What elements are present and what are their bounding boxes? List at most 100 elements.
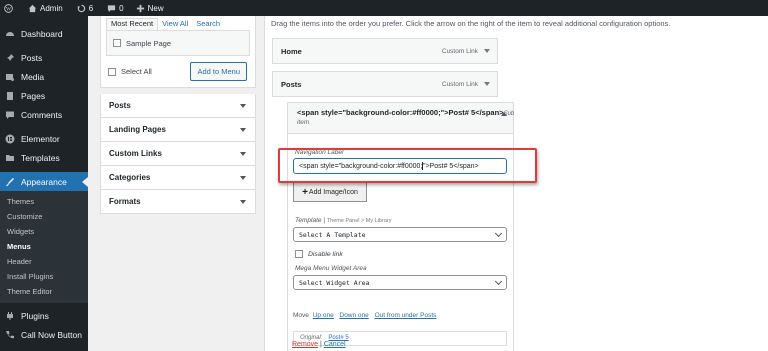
chevron-down-icon bbox=[240, 199, 246, 204]
comment-icon bbox=[108, 4, 116, 12]
move-label: Move bbox=[293, 312, 309, 319]
sidebar-item-media[interactable]: Media bbox=[0, 67, 88, 86]
sidebar-item-templates[interactable]: Templates bbox=[0, 148, 88, 167]
accordion-label: Custom Links bbox=[109, 149, 162, 158]
phone-icon bbox=[5, 330, 15, 340]
submenu-header[interactable]: Header bbox=[0, 254, 88, 269]
accordion-posts[interactable]: Posts bbox=[100, 94, 256, 118]
sidebar-item-comments[interactable]: Comments bbox=[0, 105, 88, 124]
cancel-link[interactable]: Cancel bbox=[324, 341, 346, 348]
wordpress-logo[interactable]: W bbox=[0, 0, 20, 16]
submenu-widgets[interactable]: Widgets bbox=[0, 224, 88, 239]
add-image-label: Add Image/Icon bbox=[308, 188, 358, 196]
add-to-menu-button[interactable]: Add to Menu bbox=[190, 62, 247, 81]
chevron-down-icon bbox=[494, 229, 503, 238]
list-item[interactable]: Sample Page bbox=[113, 39, 171, 48]
elementor-icon bbox=[5, 134, 15, 144]
template-select-value: Select A Template bbox=[299, 231, 366, 239]
sidebar-item-elementor[interactable]: Elementor bbox=[0, 129, 88, 148]
disable-link-row[interactable]: Disable link bbox=[295, 250, 343, 258]
menu-structure: Drag the items into the order you prefer… bbox=[264, 16, 768, 351]
updates-icon bbox=[77, 4, 85, 12]
menu-item-type: Custom Link bbox=[442, 48, 490, 55]
brush-icon bbox=[5, 177, 15, 187]
tab-search[interactable]: Search bbox=[192, 19, 224, 30]
separator: | bbox=[320, 341, 322, 348]
comments-count: 0 bbox=[119, 3, 124, 13]
appearance-submenu: Themes Customize Widgets Menus Header In… bbox=[0, 191, 88, 303]
submenu-themes[interactable]: Themes bbox=[0, 194, 88, 209]
updates-link[interactable]: 6 bbox=[73, 0, 97, 16]
remove-link[interactable]: Remove bbox=[292, 341, 318, 348]
disable-link-label: Disable link bbox=[308, 250, 343, 258]
accordion-label: Categories bbox=[109, 173, 151, 182]
tab-view-all[interactable]: View All bbox=[158, 19, 192, 30]
select-all-checkbox[interactable] bbox=[108, 67, 116, 76]
template-select[interactable]: Select A Template bbox=[293, 227, 507, 242]
chevron-down-icon[interactable] bbox=[484, 49, 490, 53]
pages-list: Sample Page bbox=[106, 30, 250, 56]
pages-icon bbox=[5, 91, 15, 101]
chevron-down-icon[interactable] bbox=[484, 82, 490, 86]
menu-instructions: Drag the items into the order you prefer… bbox=[271, 19, 671, 28]
sidebar-item-posts[interactable]: Posts bbox=[0, 48, 88, 67]
chevron-down-icon bbox=[240, 151, 246, 156]
submenu-customize[interactable]: Customize bbox=[0, 209, 88, 224]
sidebar-label: Comments bbox=[21, 109, 63, 120]
sidebar-label: Pages bbox=[21, 90, 46, 101]
site-name-link[interactable]: Admin bbox=[24, 0, 67, 16]
plus-icon bbox=[136, 4, 144, 12]
submenu-install-plugins[interactable]: Install Plugins bbox=[0, 269, 88, 284]
menu-item-home[interactable]: Home Custom Link bbox=[272, 38, 498, 64]
sample-page-label: Sample Page bbox=[126, 38, 172, 48]
move-row: Move Up one Down one Out from under Post… bbox=[293, 312, 438, 319]
accordion-categories[interactable]: Categories bbox=[100, 166, 256, 190]
menu-item-type-line: item bbox=[297, 119, 310, 126]
media-icon bbox=[5, 72, 15, 82]
move-up-one-link[interactable]: Up one bbox=[313, 312, 334, 319]
accordion-label: Posts bbox=[109, 101, 131, 110]
accordion-landing-pages[interactable]: Landing Pages bbox=[100, 118, 256, 142]
new-label: New bbox=[147, 3, 164, 13]
wordpress-icon: W bbox=[4, 3, 13, 13]
plugin-icon bbox=[5, 311, 15, 321]
submenu-theme-editor[interactable]: Theme Editor bbox=[0, 284, 88, 299]
remove-cancel-row: Remove | Cancel bbox=[292, 341, 346, 348]
folder-icon bbox=[5, 153, 15, 163]
sidebar-item-appearance[interactable]: Appearance bbox=[0, 172, 88, 191]
accordion-custom-links[interactable]: Custom Links bbox=[100, 142, 256, 166]
select-all[interactable]: Select All bbox=[108, 67, 152, 76]
template-caption: Template | Theme Panel > My Library bbox=[295, 217, 392, 224]
sidebar-label: Posts bbox=[21, 52, 43, 63]
menu-item-title: <span style="background-color:#ff0000;">… bbox=[297, 108, 514, 119]
widget-area-select[interactable]: Select Widget Area bbox=[293, 275, 507, 290]
menu-item-type-label: Custom Link bbox=[441, 80, 478, 88]
sample-page-checkbox[interactable] bbox=[113, 39, 121, 47]
menu-item-post5-header[interactable]: <span style="background-color:#ff0000;">… bbox=[287, 102, 514, 133]
sidebar-item-dashboard[interactable]: Dashboard bbox=[0, 24, 88, 43]
submenu-menus[interactable]: Menus bbox=[0, 239, 88, 254]
new-content-link[interactable]: New bbox=[132, 0, 168, 16]
chevron-up-icon[interactable] bbox=[501, 112, 507, 116]
highlight-box bbox=[278, 148, 537, 183]
sidebar-item-plugins[interactable]: Plugins bbox=[0, 306, 88, 325]
accordion-formats[interactable]: Formats bbox=[100, 190, 256, 214]
pages-panel: Most Recent View All Search Sample Page … bbox=[100, 16, 256, 88]
menu-item-posts[interactable]: Posts Custom Link bbox=[272, 71, 498, 97]
sidebar-item-pages[interactable]: Pages bbox=[0, 86, 88, 105]
sidebar-item-call-now-button[interactable]: Call Now Button bbox=[0, 325, 88, 344]
tab-most-recent[interactable]: Most Recent bbox=[106, 18, 159, 30]
move-down-one-link[interactable]: Down one bbox=[340, 312, 369, 319]
sidebar-label: Dashboard bbox=[21, 28, 63, 39]
widget-area-select-value: Select Widget Area bbox=[299, 279, 370, 287]
chevron-down-icon bbox=[240, 127, 246, 132]
move-out-from-under-link[interactable]: Out from under Posts bbox=[375, 312, 437, 319]
menu-item-type-label: Custom Link bbox=[441, 47, 478, 55]
add-image-icon-button[interactable]: + Add Image/Icon bbox=[293, 182, 367, 202]
disable-link-checkbox[interactable] bbox=[295, 250, 303, 258]
home-icon bbox=[28, 4, 37, 12]
comment-icon bbox=[5, 110, 15, 120]
template-note: Theme Panel > My Library bbox=[326, 218, 392, 224]
sidebar-label: Call Now Button bbox=[21, 329, 82, 340]
comments-link[interactable]: 0 bbox=[103, 0, 127, 16]
